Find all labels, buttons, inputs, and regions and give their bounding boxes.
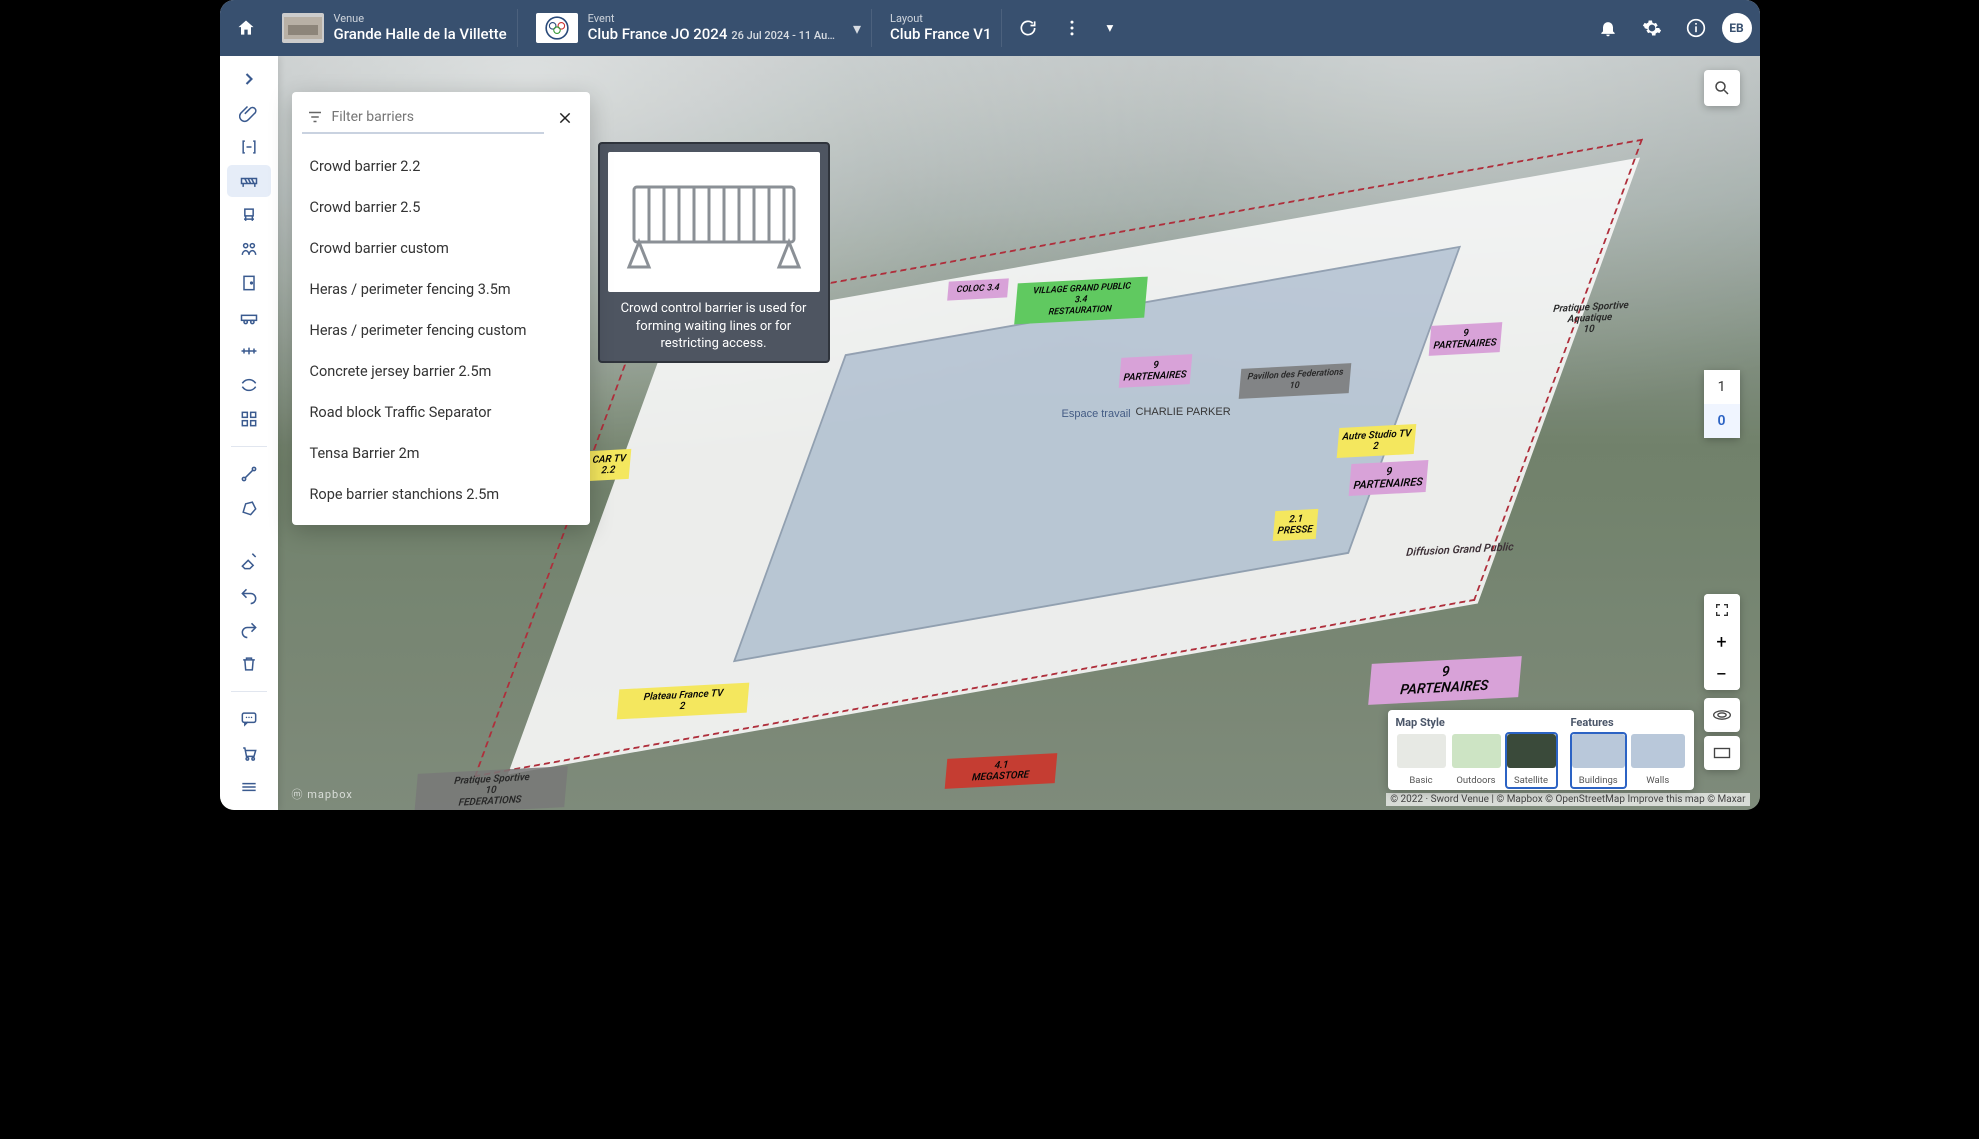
barrier-option[interactable]: Road block Traffic Separator (292, 392, 590, 433)
zone-federations[interactable]: Pratique Sportive10FEDERATIONS (414, 766, 568, 810)
filter-icon (306, 108, 324, 126)
layout-label: Layout (890, 13, 991, 26)
chair-tool[interactable] (227, 199, 271, 231)
barrier-option[interactable]: Heras / perimeter fencing 3.5m (292, 269, 590, 310)
barrier-tool[interactable] (227, 165, 271, 197)
fullscreen-button[interactable] (1704, 594, 1740, 626)
barrier-tooltip: Crowd control barrier is used for formin… (598, 142, 830, 363)
layers-button[interactable] (227, 771, 271, 803)
eraser-tool[interactable] (227, 546, 271, 578)
barrier-option[interactable]: Crowd barrier 2.2 (292, 146, 590, 187)
comment-button[interactable] (227, 703, 271, 735)
panel-toggle-button[interactable] (227, 63, 271, 95)
barrier-option[interactable]: Crowd barrier custom (292, 228, 590, 269)
chevron-down-icon: ▾ (853, 19, 861, 38)
info-button[interactable] (1678, 10, 1714, 46)
event-dates: 26 Jul 2024 - 11 Au… (731, 29, 835, 42)
barrier-preview-image (608, 152, 820, 292)
measure-tool[interactable] (227, 335, 271, 367)
notifications-button[interactable] (1590, 10, 1626, 46)
settings-button[interactable] (1634, 10, 1670, 46)
zone-studio[interactable]: Autre Studio TV2 (1336, 424, 1415, 458)
close-panel-button[interactable] (550, 103, 580, 133)
top-bar: Venue Grande Halle de la Villette Event … (220, 0, 1760, 56)
features-heading: Features (1571, 716, 1686, 729)
vehicle-tool[interactable] (227, 301, 271, 333)
zone-partenaires-east[interactable]: 9PARTENAIRES (1348, 460, 1428, 496)
layout-selector[interactable]: Layout Club France V1 (880, 9, 1002, 47)
map-style-panel: Map Style BasicOutdoorsSatellite Feature… (1388, 710, 1694, 790)
barrier-tooltip-text: Crowd control barrier is used for formin… (608, 300, 820, 353)
map-style-option[interactable]: Outdoors (1451, 733, 1502, 788)
venue-thumb (282, 13, 324, 43)
floor-button[interactable]: 0 (1704, 404, 1740, 438)
barrier-option[interactable]: Rope barrier stanchions 2.5m (292, 474, 590, 515)
layout-dropdown-button[interactable]: ▾ (1098, 13, 1121, 44)
venue-name: Grande Halle de la Villette (334, 26, 507, 43)
home-button[interactable] (228, 10, 264, 46)
filter-input-wrapper[interactable] (302, 102, 544, 134)
zone-partenaires-north[interactable]: 9PARTENAIRES (1118, 354, 1192, 388)
search-icon (1713, 79, 1731, 97)
zone-tool[interactable] (227, 369, 271, 401)
event-name: Club France JO 2024 (588, 25, 728, 43)
more-button[interactable] (1054, 10, 1090, 46)
barrier-option[interactable]: Concrete jersey barrier 2.5m (292, 351, 590, 392)
attach-tool[interactable] (227, 97, 271, 129)
assets-tool[interactable] (227, 403, 271, 435)
barrier-panel: Crowd barrier 2.2Crowd barrier 2.5Crowd … (292, 92, 590, 525)
zoom-in-button[interactable]: + (1704, 626, 1740, 658)
floor-switcher: 10 (1704, 370, 1740, 438)
left-toolbar (220, 56, 278, 810)
undo-button[interactable] (227, 580, 271, 612)
zone-megastore[interactable]: 4.1MEGASTORE (944, 753, 1057, 789)
cart-button[interactable] (227, 737, 271, 769)
door-tool[interactable] (227, 267, 271, 299)
label-charlie-parker: CHARLIE PARKER (1136, 406, 1231, 418)
barrier-option[interactable]: Heras / perimeter fencing custom (292, 310, 590, 351)
filter-input[interactable] (332, 109, 540, 125)
zone-partenaires-ne[interactable]: 9PARTENAIRES (1428, 322, 1502, 356)
map-feature-option[interactable]: Buildings (1571, 733, 1627, 788)
layout-name: Club France V1 (890, 26, 991, 43)
barrier-option[interactable]: Tensa Barrier 2m (292, 433, 590, 474)
zoom-out-button[interactable]: − (1704, 658, 1740, 690)
map-attribution: © 2022 · Sword Venue | © Mapbox © OpenSt… (1386, 793, 1749, 806)
barrier-option[interactable]: Crowd barrier 2.5 (292, 187, 590, 228)
delete-button[interactable] (227, 648, 271, 680)
map-style-heading: Map Style (1396, 716, 1557, 729)
event-selector[interactable]: Event Club France JO 202426 Jul 2024 - 1… (526, 9, 872, 47)
zone-presse[interactable]: 2.1PRESSE (1272, 509, 1318, 541)
map-controls: + − (1704, 594, 1740, 690)
zone-partenaires-south[interactable]: 9PARTENAIRES (1368, 656, 1522, 705)
label-espace-travail: Espace travail (1062, 408, 1131, 420)
line-tool[interactable] (227, 458, 271, 490)
venue-label: Venue (334, 13, 507, 26)
user-avatar[interactable]: EB (1722, 13, 1752, 43)
event-thumb (536, 13, 578, 43)
map-feature-option[interactable]: Walls (1630, 733, 1686, 788)
venue-selector[interactable]: Venue Grande Halle de la Villette (272, 9, 518, 47)
mapbox-logo: ⓜ mapbox (292, 786, 353, 802)
view-3d-button[interactable] (1704, 698, 1740, 732)
polygon-tool[interactable] (227, 492, 271, 524)
view-2d-button[interactable] (1704, 736, 1740, 770)
event-label: Event (588, 13, 835, 26)
zone-pratique-e[interactable]: Pratique SportiveAquatique10 (1538, 295, 1642, 341)
map-style-option[interactable]: Basic (1396, 733, 1447, 788)
zone-car-tv[interactable]: CAR TV2.2 (586, 449, 630, 481)
zone-village[interactable]: VILLAGE GRAND PUBLIC3.4RESTAURATION (1014, 277, 1148, 324)
floor-button[interactable]: 1 (1704, 370, 1740, 404)
zone-pavillon[interactable]: Pavillon des Federations10 (1238, 363, 1351, 399)
bracket-tool[interactable] (227, 131, 271, 163)
redo-button[interactable] (227, 614, 271, 646)
refresh-button[interactable] (1010, 10, 1046, 46)
people-tool[interactable] (227, 233, 271, 265)
search-button[interactable] (1704, 70, 1740, 106)
zone-coloc[interactable]: COLOC 3.4 (947, 278, 1009, 300)
map-style-option[interactable]: Satellite (1506, 733, 1557, 788)
